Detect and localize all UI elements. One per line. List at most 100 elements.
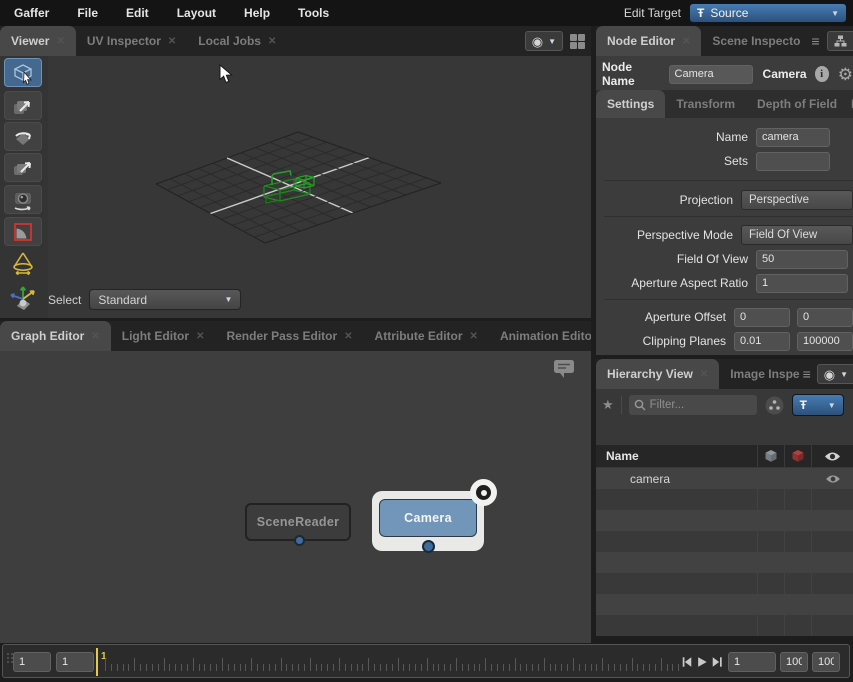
close-icon[interactable]: ✕ bbox=[56, 36, 64, 47]
info-icon[interactable]: i bbox=[815, 66, 829, 82]
tab-scene-inspector[interactable]: Scene Inspecto bbox=[701, 26, 811, 56]
tab-animation-editor[interactable]: Animation Editor ✕ bbox=[489, 321, 591, 351]
tab-graph-editor[interactable]: Graph Editor ✕ bbox=[0, 321, 111, 351]
timeline-start-frame-field[interactable] bbox=[13, 652, 51, 672]
timeline-range-end-field[interactable] bbox=[812, 652, 840, 672]
form-row-sets: Sets bbox=[596, 150, 853, 172]
filter-search-box[interactable] bbox=[629, 395, 757, 415]
hierarchy-view-panel: Hierarchy View ✕ Image Inspe ≡ ◉ ▼ ★ bbox=[596, 359, 853, 636]
tab-depth-of-field[interactable]: Depth of Field bbox=[746, 90, 848, 118]
tab-render-overrides[interactable]: F bbox=[848, 90, 853, 118]
row-visibility-toggle[interactable] bbox=[811, 468, 853, 489]
filter-input[interactable] bbox=[650, 399, 740, 411]
crop-window-tool-button[interactable] bbox=[4, 217, 42, 246]
timeline-ruler[interactable] bbox=[105, 645, 687, 677]
close-icon[interactable]: ✕ bbox=[470, 331, 478, 342]
edit-scope-dropdown[interactable]: Ŧ ▼ bbox=[792, 394, 844, 416]
graph-canvas[interactable]: SceneReader Camera bbox=[0, 351, 591, 643]
node-name-input[interactable] bbox=[669, 65, 753, 84]
close-icon[interactable]: ✕ bbox=[168, 36, 176, 47]
tab-hierarchy-view[interactable]: Hierarchy View ✕ bbox=[596, 359, 719, 389]
clipping-planes-near-field[interactable] bbox=[734, 332, 790, 351]
hierarchy-settings-dropdown[interactable]: ◉ ▼ bbox=[817, 364, 853, 384]
tab-transform[interactable]: Transform bbox=[665, 90, 746, 118]
gear-icon[interactable]: ⚙ bbox=[838, 66, 853, 83]
node-editor-body: Node Name Camera i ⚙ Settings Transform … bbox=[596, 56, 853, 355]
aperture-offset-y-field[interactable] bbox=[797, 308, 853, 327]
timeline-end-frame-field[interactable] bbox=[780, 652, 808, 672]
inclusions-column-header[interactable] bbox=[757, 445, 784, 467]
node-output-plug[interactable] bbox=[294, 535, 305, 546]
menu-bar: Gaffer File Edit Layout Help Tools Edit … bbox=[0, 0, 853, 26]
translate-tool-button[interactable] bbox=[4, 91, 42, 120]
timeline-playhead[interactable] bbox=[96, 648, 98, 676]
visibility-column-header[interactable] bbox=[811, 445, 853, 467]
menu-file[interactable]: File bbox=[63, 6, 112, 20]
menu-tools[interactable]: Tools bbox=[284, 6, 343, 20]
node-editor-mode-dropdown[interactable]: ▼ bbox=[827, 31, 853, 51]
menu-layout[interactable]: Layout bbox=[163, 6, 230, 20]
camera-tool-button[interactable] bbox=[4, 185, 42, 214]
tab-render-pass-editor[interactable]: Render Pass Editor ✕ bbox=[215, 321, 363, 351]
play-icon[interactable] bbox=[696, 655, 708, 669]
viewer-tool-strip bbox=[0, 56, 48, 318]
viewer-body: OpenGL ▼ A bbox=[0, 56, 591, 318]
tab-uv-inspector[interactable]: UV Inspector ✕ bbox=[76, 26, 187, 56]
rotate-tool-button[interactable] bbox=[4, 122, 42, 151]
close-icon[interactable]: ✕ bbox=[196, 331, 204, 342]
menu-help[interactable]: Help bbox=[230, 6, 284, 20]
close-icon[interactable]: ✕ bbox=[700, 369, 708, 380]
tab-light-editor[interactable]: Light Editor ✕ bbox=[111, 321, 216, 351]
select-mode-dropdown[interactable]: Standard ▼ bbox=[89, 289, 241, 310]
tab-image-inspector[interactable]: Image Inspe bbox=[719, 359, 802, 389]
tab-node-editor[interactable]: Node Editor ✕ bbox=[596, 26, 701, 56]
exclusions-column-header[interactable] bbox=[784, 445, 811, 467]
tab-local-jobs[interactable]: Local Jobs ✕ bbox=[187, 26, 287, 56]
close-icon[interactable]: ✕ bbox=[91, 331, 99, 342]
annotation-bubble-icon[interactable] bbox=[551, 357, 577, 381]
tab-settings[interactable]: Settings bbox=[596, 90, 665, 118]
menu-edit[interactable]: Edit bbox=[112, 6, 163, 20]
go-to-end-icon[interactable] bbox=[711, 655, 723, 669]
layout-menu-icon[interactable] bbox=[570, 34, 585, 49]
aperture-offset-x-field[interactable] bbox=[734, 308, 790, 327]
bookmarks-star-icon[interactable]: ★ bbox=[602, 397, 614, 413]
tab-attribute-editor[interactable]: Attribute Editor ✕ bbox=[364, 321, 489, 351]
transform-gizmo-tool-button[interactable] bbox=[4, 282, 42, 311]
close-icon[interactable]: ✕ bbox=[268, 36, 276, 47]
node-camera[interactable]: Camera bbox=[379, 499, 477, 537]
projection-dropdown[interactable]: Perspective bbox=[741, 190, 853, 210]
edit-target-dropdown[interactable]: Ŧ Source ▼ bbox=[689, 3, 847, 23]
chevron-down-icon: ▼ bbox=[840, 370, 848, 379]
tab-list-icon[interactable]: ≡ bbox=[811, 33, 819, 49]
target-icon: ◉ bbox=[824, 368, 835, 381]
viewer-settings-dropdown[interactable]: ◉ ▼ bbox=[525, 31, 563, 51]
light-tool-button[interactable] bbox=[4, 249, 42, 278]
sets-field[interactable] bbox=[756, 152, 830, 171]
node-output-plug[interactable] bbox=[422, 540, 435, 553]
node-scene-reader[interactable]: SceneReader bbox=[245, 503, 351, 541]
field-of-view-field[interactable] bbox=[756, 250, 848, 269]
timeline-current-frame-field[interactable] bbox=[56, 652, 94, 672]
focus-handle[interactable] bbox=[470, 479, 497, 506]
timeline-frame-field[interactable] bbox=[728, 652, 776, 672]
select-tool-button[interactable] bbox=[4, 58, 42, 87]
chevron-down-icon: ▼ bbox=[831, 9, 839, 18]
aperture-aspect-ratio-field[interactable] bbox=[756, 274, 848, 293]
name-column-header[interactable]: Name bbox=[596, 449, 757, 463]
clipping-planes-far-field[interactable] bbox=[797, 332, 853, 351]
tab-list-icon[interactable]: ≡ bbox=[803, 366, 811, 382]
hierarchy-row-camera[interactable]: camera bbox=[596, 468, 853, 489]
perspective-mode-dropdown[interactable]: Field Of View bbox=[741, 225, 853, 245]
name-field[interactable] bbox=[756, 128, 830, 147]
node-camera-selection-frame[interactable]: Camera bbox=[372, 491, 484, 551]
tab-viewer[interactable]: Viewer ✕ bbox=[0, 26, 76, 56]
pin-icon: Ŧ bbox=[800, 398, 807, 412]
set-filter-icon[interactable] bbox=[764, 395, 785, 416]
close-icon[interactable]: ✕ bbox=[682, 36, 690, 47]
close-icon[interactable]: ✕ bbox=[344, 331, 352, 342]
menu-gaffer[interactable]: Gaffer bbox=[0, 6, 63, 20]
viewport-3d[interactable] bbox=[48, 88, 591, 304]
go-to-start-icon[interactable] bbox=[681, 655, 693, 669]
scale-tool-button[interactable] bbox=[4, 153, 42, 182]
